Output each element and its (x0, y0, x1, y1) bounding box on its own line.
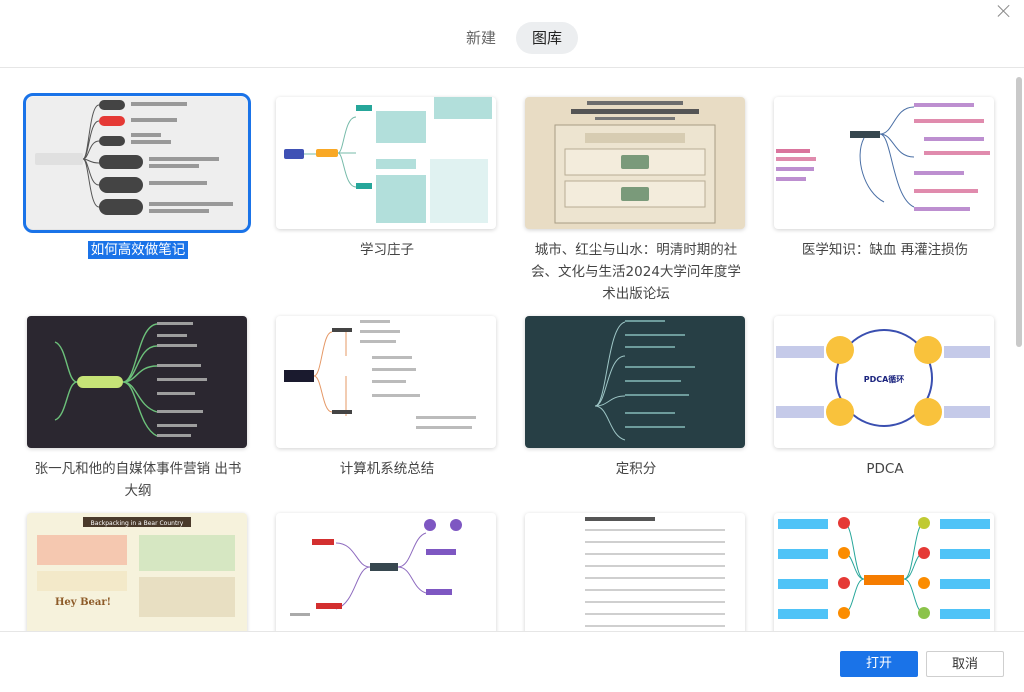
poster-heading: Hey Bear! (55, 597, 111, 608)
gallery-item[interactable]: 学习庄子 (276, 97, 498, 261)
item-title: 城市、红尘与山水：明清时期的社会、文化与生活2024大学问年度学术出版论坛 (531, 242, 741, 302)
gallery-item[interactable] (276, 513, 498, 631)
gallery-item[interactable]: 计算机系统总结 (276, 316, 498, 480)
poster-title: Backpacking in a Bear Country (91, 520, 184, 527)
tab-new[interactable]: 新建 (450, 22, 512, 54)
thumbnail-image (525, 513, 745, 631)
gallery-item[interactable]: 如何高效做笔记 (23, 93, 251, 261)
gallery-item[interactable]: 张一凡和他的自媒体事件营销 出书大纲 (27, 316, 249, 502)
scrollbar-thumb[interactable] (1016, 77, 1022, 347)
gallery-item[interactable]: PDCA循环 PDCA (774, 316, 996, 480)
thumbnail-image (276, 316, 496, 448)
item-title: 医学知识：缺血 再灌注损伤 (801, 242, 969, 258)
item-title: 定积分 (615, 461, 657, 477)
thumbnail-image (525, 97, 745, 229)
tab-bar: 新建 图库 (450, 22, 579, 54)
template-dialog: 新建 图库 如何高效做笔记 学习庄子 城市、红尘与山水：明清时期的社会、文化与生… (0, 0, 1024, 692)
dialog-header: 新建 图库 (0, 0, 1024, 68)
thumbnail-image (774, 97, 994, 229)
gallery-item[interactable] (525, 513, 747, 631)
item-title: PDCA (866, 461, 904, 477)
pdca-center-label: PDCA循环 (864, 374, 905, 384)
gallery-item[interactable] (774, 513, 996, 631)
item-title: 计算机系统总结 (339, 461, 435, 477)
gallery-item[interactable]: Backpacking in a Bear Country Hey Bear! (27, 513, 249, 631)
thumbnail-image (525, 316, 745, 448)
gallery-item[interactable]: 城市、红尘与山水：明清时期的社会、文化与生活2024大学问年度学术出版论坛 (525, 97, 747, 305)
thumbnail-image (774, 513, 994, 631)
tab-gallery[interactable]: 图库 (516, 22, 579, 54)
gallery-content[interactable]: 如何高效做笔记 学习庄子 城市、红尘与山水：明清时期的社会、文化与生活2024大… (0, 69, 1024, 631)
thumbnail-image (23, 93, 251, 233)
thumbnail-image (27, 316, 247, 448)
thumbnail-image: Backpacking in a Bear Country Hey Bear! (27, 513, 247, 631)
item-title: 如何高效做笔记 (27, 239, 249, 261)
gallery-item[interactable]: 医学知识：缺血 再灌注损伤 (774, 97, 996, 261)
thumbnail-image (276, 513, 496, 631)
thumbnail-image: PDCA循环 (774, 316, 994, 448)
dialog-footer: 打开 取消 (0, 631, 1024, 692)
open-button[interactable]: 打开 (840, 651, 918, 677)
cancel-button[interactable]: 取消 (926, 651, 1004, 677)
item-title: 学习庄子 (360, 242, 414, 258)
item-title: 张一凡和他的自媒体事件营销 出书大纲 (34, 461, 242, 499)
close-icon[interactable] (996, 3, 1012, 19)
gallery-item[interactable]: 定积分 (525, 316, 747, 480)
thumbnail-image (276, 97, 496, 229)
